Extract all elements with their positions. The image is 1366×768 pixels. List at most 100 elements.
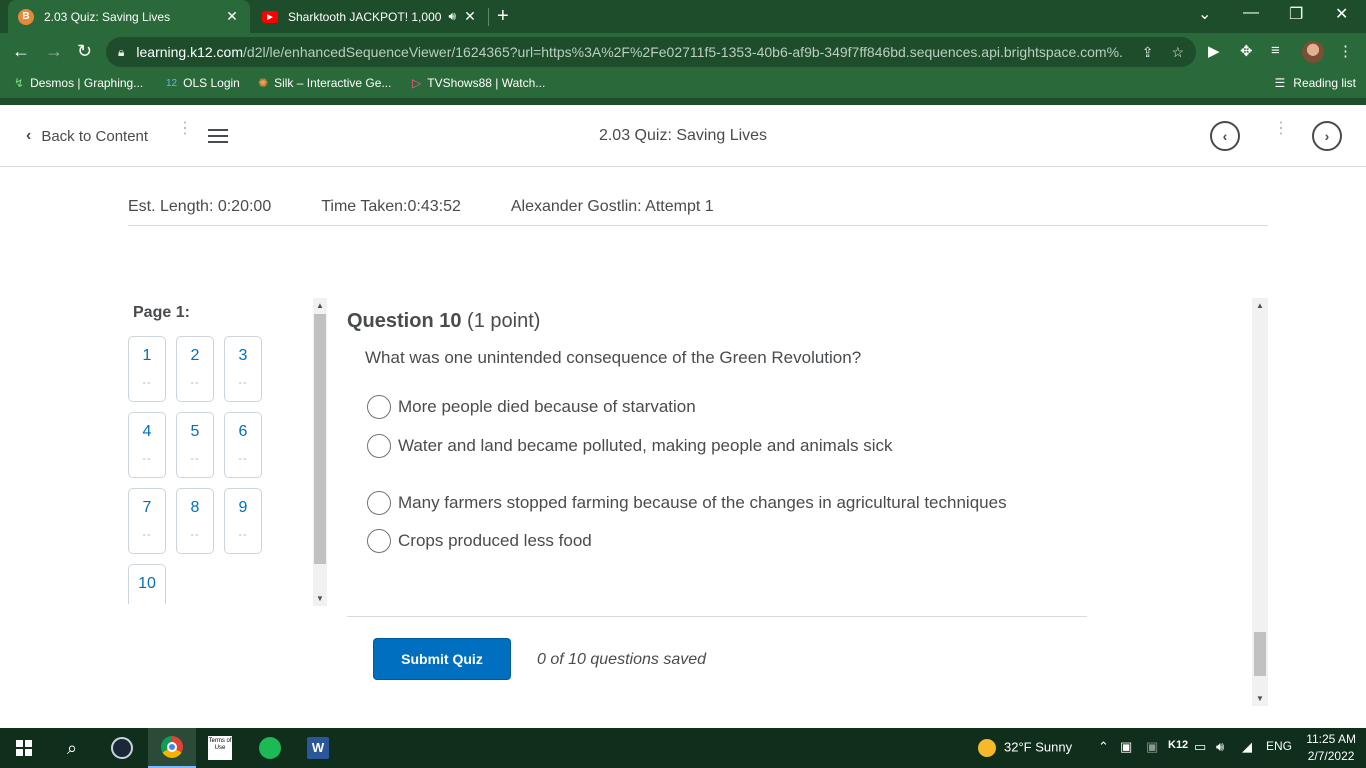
steam-icon[interactable]	[98, 728, 146, 768]
radio-button[interactable]	[367, 434, 391, 458]
tab-title: 2.03 Quiz: Saving Lives	[44, 9, 171, 24]
question-nav-scrollbar[interactable]: ▲ ▼	[313, 298, 327, 606]
show-hidden-icons-icon[interactable]: ⌃	[1098, 739, 1109, 755]
close-tab-icon[interactable]: ✕	[224, 8, 240, 25]
url-host: learning.k12.com	[136, 44, 244, 60]
bookmark-label: OLS Login	[183, 76, 240, 90]
attempt-info: Alexander Gostlin: Attempt 1	[510, 198, 714, 215]
spotify-icon[interactable]	[246, 728, 294, 768]
question-nav-8[interactable]: 8 --	[176, 488, 214, 554]
tray-app-icon[interactable]: ▣	[1120, 739, 1132, 755]
question-text: What was one unintended consequence of t…	[365, 348, 862, 367]
question-number: 8	[190, 499, 200, 516]
word-label: W	[307, 737, 329, 759]
answer-label: More people died because of starvation	[398, 397, 696, 416]
lock-icon: 🔒︎	[118, 44, 125, 59]
footer-divider	[347, 616, 1087, 617]
youtube-favicon-icon: ▶	[262, 10, 278, 23]
sun-icon	[978, 739, 996, 757]
question-nav-2[interactable]: 2 --	[176, 336, 214, 402]
share-icon[interactable]: ⇪	[1142, 44, 1154, 61]
media-control-icon[interactable]: ▶	[1208, 42, 1220, 60]
weather-text: 32°F Sunny	[1004, 739, 1073, 755]
bookmark-star-icon[interactable]: ☆	[1171, 44, 1184, 61]
battery-icon[interactable]: ▭	[1194, 739, 1206, 755]
question-nav-7[interactable]: 7 --	[128, 488, 166, 554]
answer-label: Crops produced less food	[398, 531, 592, 550]
weather-widget[interactable]: 32°F Sunny	[978, 739, 1072, 757]
desmos-icon: ↯	[14, 76, 25, 90]
question-nav-4[interactable]: 4 --	[128, 412, 166, 478]
restore-icon[interactable]: ❐	[1289, 4, 1303, 24]
language-indicator[interactable]: ENG	[1266, 739, 1292, 753]
queue-music-icon[interactable]: ≡	[1271, 42, 1280, 59]
tab-quiz[interactable]: B 2.03 Quiz: Saving Lives ✕	[8, 0, 250, 33]
scroll-up-icon[interactable]: ▲	[1256, 301, 1264, 310]
reading-list-button[interactable]: ☰ Reading list	[1275, 76, 1356, 90]
question-nav-6[interactable]: 6 --	[224, 412, 262, 478]
unanswered-marker: --	[190, 529, 200, 541]
extensions-puzzle-icon[interactable]: ✥	[1240, 42, 1253, 60]
previous-topic-icon[interactable]: ‹	[1210, 121, 1240, 151]
question-nav-5[interactable]: 5 --	[176, 412, 214, 478]
question-nav-9[interactable]: 9 --	[224, 488, 262, 554]
bookmark-ols-login[interactable]: 12 OLS Login	[166, 76, 240, 90]
back-arrow-icon[interactable]: ←	[12, 41, 30, 62]
submit-quiz-button[interactable]: Submit Quiz	[373, 638, 511, 680]
close-tab-icon[interactable]: ✕	[462, 8, 478, 25]
radio-button[interactable]	[367, 529, 391, 553]
close-window-icon[interactable]: ✕	[1335, 4, 1348, 24]
bookmark-tvshows88[interactable]: ▷ TVShows88 | Watch...	[412, 76, 545, 90]
minimize-icon[interactable]: —	[1243, 4, 1259, 22]
scroll-down-icon[interactable]: ▼	[1256, 694, 1264, 703]
search-icon[interactable]: ⌕	[48, 728, 96, 768]
question-nav-1[interactable]: 1 --	[128, 336, 166, 402]
windows-start-icon[interactable]	[0, 728, 48, 768]
est-length: Est. Length: 0:20:00	[128, 198, 272, 215]
page-title: 2.03 Quiz: Saving Lives	[598, 127, 768, 144]
forward-arrow-icon[interactable]: →	[45, 41, 63, 62]
url-path: /d2l/le/enhancedSequenceViewer/1624365?u…	[243, 44, 1124, 60]
chrome-icon[interactable]	[148, 728, 196, 768]
scroll-up-icon[interactable]: ▲	[316, 301, 324, 310]
answer-option-2[interactable]: Water and land became polluted, making p…	[367, 434, 893, 458]
tab-search-chevron-icon[interactable]: ⌄	[1198, 4, 1211, 24]
chrome-menu-icon[interactable]: ⋮	[1338, 42, 1353, 60]
reading-list-label: Reading list	[1293, 76, 1356, 90]
radio-button[interactable]	[367, 491, 391, 515]
word-icon[interactable]: W	[294, 728, 342, 768]
question-nav-3[interactable]: 3 --	[224, 336, 262, 402]
answer-option-3[interactable]: Many farmers stopped farming because of …	[367, 491, 1007, 515]
answer-option-1[interactable]: More people died because of starvation	[367, 395, 696, 419]
question-nav-10[interactable]: 10	[128, 564, 166, 604]
question-heading: Question 10 (1 point)	[347, 310, 540, 333]
unanswered-marker: --	[190, 453, 200, 465]
scroll-down-icon[interactable]: ▼	[316, 594, 324, 603]
k12-icon: 12	[166, 77, 178, 89]
k12-tray-icon[interactable]: K12	[1168, 739, 1188, 751]
radio-button[interactable]	[367, 395, 391, 419]
tab-youtube[interactable]: ▶ Sharktooth JACKPOT! 1,000 r 🔊︎ ✕	[252, 0, 488, 33]
speaker-icon[interactable]: 🔊︎	[448, 9, 456, 24]
scrollbar-thumb[interactable]	[1254, 632, 1266, 676]
system-clock[interactable]: 11:25 AM 2/7/2022	[1306, 731, 1356, 765]
terms-of-use-icon[interactable]: Terms of Use	[196, 728, 244, 768]
question-number: 9	[238, 499, 248, 516]
wifi-icon[interactable]: ◢	[1242, 739, 1252, 755]
tab-separator	[488, 8, 489, 26]
bookmark-silk[interactable]: ✺ Silk – Interactive Ge...	[258, 76, 391, 90]
answer-option-4[interactable]: Crops produced less food	[367, 529, 592, 553]
tray-app-icon-2[interactable]: ▣	[1146, 739, 1158, 755]
address-bar[interactable]: 🔒︎ learning.k12.com/d2l/le/enhancedSeque…	[106, 37, 1196, 67]
quiz-scrollbar[interactable]: ▲ ▼	[1252, 298, 1268, 706]
quiz-info-bar: Est. Length: 0:20:00 Time Taken:0:43:52 …	[128, 198, 1268, 226]
reload-icon[interactable]: ↻	[77, 41, 92, 62]
scrollbar-thumb[interactable]	[314, 314, 326, 564]
unanswered-marker: --	[238, 377, 248, 389]
bookmark-desmos[interactable]: ↯ Desmos | Graphing...	[14, 76, 143, 90]
volume-icon[interactable]: 🔊︎	[1216, 739, 1224, 755]
profile-avatar[interactable]	[1302, 41, 1324, 63]
terms-of-use-label: Terms of Use	[208, 736, 232, 760]
next-topic-icon[interactable]: ›	[1312, 121, 1342, 151]
new-tab-icon[interactable]: +	[497, 5, 509, 28]
